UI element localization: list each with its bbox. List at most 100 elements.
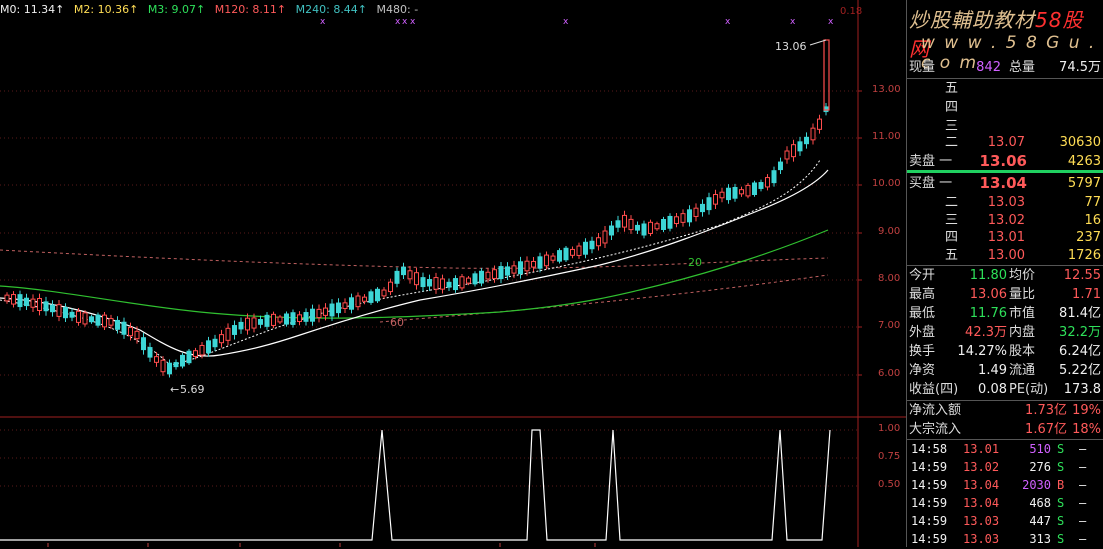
trade-row[interactable]: 14:59 13.03 313 S — <box>907 530 1103 549</box>
candle-body <box>108 318 114 326</box>
candle-body <box>596 237 601 247</box>
stat-value: 1.71 <box>1072 287 1101 302</box>
candle-body <box>284 313 289 325</box>
candle-body <box>89 316 94 323</box>
candle-body <box>511 265 517 274</box>
candle-body <box>95 314 101 326</box>
trade-volume: 313 <box>1029 532 1051 546</box>
candle-body <box>680 213 686 223</box>
candle-body <box>212 338 218 348</box>
trade-time: 14:59 <box>911 514 948 528</box>
trade-side: S <box>1057 496 1065 510</box>
candle-body <box>466 277 471 284</box>
bid-ask-divider <box>907 170 1103 173</box>
sell-row[interactable]: 四 <box>907 98 1103 117</box>
buy-row[interactable]: 五 13.00 1726 <box>907 246 1103 265</box>
buy-row[interactable]: 四 13.01 237 <box>907 228 1103 247</box>
svg-text:x: x <box>410 17 416 27</box>
candle-body <box>336 302 341 314</box>
trade-side: B <box>1057 478 1065 492</box>
candle-body <box>609 225 614 236</box>
trade-volume: 447 <box>1029 514 1051 528</box>
sell-row[interactable]: 卖盘 一 13.06 4263 <box>907 152 1103 171</box>
kline-chart-area[interactable]: M0: 11.34↑ M2: 10.36↑ M3: 9.07↑ M120: 8.… <box>0 0 906 547</box>
indicator-tick-075: 0.75 <box>878 451 901 462</box>
buy-volume: 1726 <box>1067 248 1101 263</box>
axis-tick-700: 7.00 <box>878 320 901 331</box>
trade-volume: 2030 <box>1022 478 1051 492</box>
stat-value: 1.49 <box>978 363 1007 378</box>
sell-row[interactable]: 二 13.07 30630 <box>907 133 1103 152</box>
stat-value: 11.76 <box>969 306 1007 321</box>
buy-row[interactable]: 二 13.03 77 <box>907 193 1103 212</box>
candle-body <box>82 312 88 325</box>
candle-body <box>238 321 244 330</box>
sell-volume: 30630 <box>1059 135 1101 150</box>
candle-body <box>823 39 830 111</box>
trade-row[interactable]: 14:58 13.01 510 S — <box>907 440 1103 459</box>
candle-body <box>186 350 192 364</box>
candle-body <box>147 347 153 358</box>
stat-label: PE(动) <box>1009 382 1049 397</box>
candle-body <box>303 312 309 322</box>
candle-body <box>602 230 608 244</box>
candle-body <box>160 359 166 373</box>
ma-60-label: 60 <box>390 316 404 329</box>
candle-body <box>713 194 718 205</box>
candle-body <box>264 314 270 327</box>
candle-body <box>544 254 549 267</box>
candle-body <box>290 312 296 325</box>
candle-body <box>765 177 770 188</box>
candle-body <box>745 184 751 197</box>
stat-value: 173.8 <box>1063 382 1101 397</box>
candle-body <box>687 209 692 223</box>
candle-body <box>128 327 133 337</box>
buy-row[interactable]: 买盘 一 13.04 5797 <box>907 174 1103 193</box>
candle-body <box>225 327 231 341</box>
candle-body <box>388 281 393 293</box>
axis-tick-1300: 13.00 <box>872 84 901 95</box>
sell-row[interactable]: 五 <box>907 79 1103 98</box>
candle-body <box>407 270 413 280</box>
axis-tick-1000: 10.00 <box>872 178 901 189</box>
candle-body <box>550 255 556 261</box>
stat-value: 12.55 <box>1063 268 1101 283</box>
candle-body <box>50 304 55 313</box>
svg-text:x: x <box>402 17 408 27</box>
axis-tick-1100: 11.00 <box>872 131 901 142</box>
candle-body <box>648 221 653 234</box>
buy-price: 13.01 <box>987 230 1025 245</box>
stat-value: 11.80 <box>969 268 1007 283</box>
axis-tick-600: 6.00 <box>878 368 901 379</box>
stat-value: 0.08 <box>978 382 1007 397</box>
stat-value: 5.22亿 <box>1059 363 1101 378</box>
svg-text:x: x <box>395 17 401 27</box>
candle-body <box>804 136 809 145</box>
stat-label: 换手 <box>909 344 936 359</box>
candle-body <box>427 279 432 287</box>
trade-volume: 276 <box>1029 460 1051 474</box>
candle-body <box>674 216 679 225</box>
candle-body <box>453 278 458 291</box>
candle-body <box>11 294 16 305</box>
candle-body <box>810 127 816 141</box>
trade-row[interactable]: 14:59 13.04 2030 B — <box>907 476 1103 495</box>
candle-body <box>342 302 348 309</box>
candle-body <box>784 150 790 160</box>
candle-body <box>24 297 29 307</box>
candle-body <box>739 189 744 195</box>
sell-level-label: 四 <box>945 100 959 115</box>
trade-row[interactable]: 14:59 13.04 468 S — <box>907 494 1103 513</box>
trade-price: 13.04 <box>963 478 1000 492</box>
buy-level-label: 四 <box>945 230 959 245</box>
candle-body <box>706 197 712 211</box>
trade-dash: — <box>1079 496 1087 510</box>
candle-body <box>791 144 796 158</box>
trade-volume: 510 <box>1029 442 1051 456</box>
trade-row[interactable]: 14:59 13.03 447 S — <box>907 512 1103 531</box>
candle-body <box>726 187 731 201</box>
svg-text:x: x <box>790 17 796 27</box>
trade-row[interactable]: 14:59 13.02 276 S — <box>907 458 1103 477</box>
stat-row: 外盘 42.3万 内盘 32.2万 <box>907 323 1103 342</box>
candle-body <box>758 182 764 189</box>
